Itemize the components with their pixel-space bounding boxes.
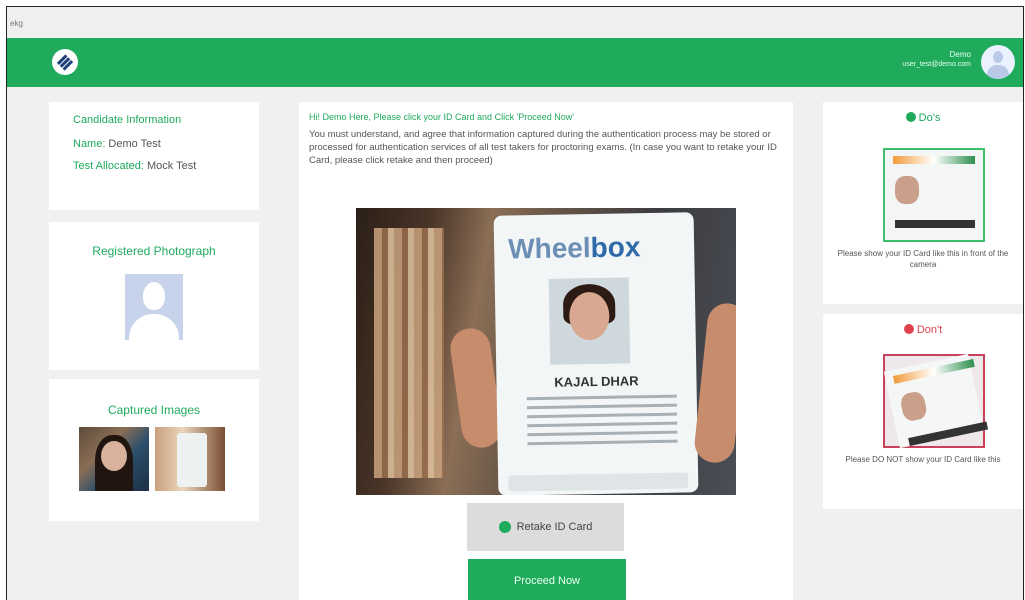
- check-icon: [905, 112, 916, 122]
- id-card-name: KAJAL DHAR: [554, 373, 639, 390]
- name-value: Demo Test: [108, 138, 161, 150]
- test-value: Mock Test: [146, 160, 197, 172]
- captured-id-thumbnail[interactable]: [155, 427, 225, 491]
- user-info[interactable]: Demo user_test@demo.com: [902, 50, 971, 68]
- captured-images-title: Captured Images: [107, 403, 201, 417]
- incorrect-id-sample: [883, 353, 989, 449]
- dos-caption: Please show your ID Card like this in fr…: [837, 249, 1009, 269]
- candidate-name-row: Name: Demo Test: [73, 138, 161, 150]
- consent-description: You must understand, and agree that info…: [309, 129, 777, 166]
- dos-panel: Do's Please show your ID Card like this …: [823, 102, 1023, 304]
- registered-photo-title: Registered Photograph: [92, 244, 216, 258]
- top-navbar: Demo user_test@demo.com: [7, 38, 1023, 87]
- candidate-info-title: Candidate Information: [73, 114, 182, 126]
- window-tag: ekg: [10, 19, 23, 28]
- test-label: Test Allocated:: [73, 160, 144, 172]
- donts-panel: Don't Please DO NOT show your ID Card li…: [823, 314, 1023, 509]
- correct-id-sample: [883, 148, 985, 242]
- dos-title: Do's: [823, 112, 1023, 124]
- cross-icon: [903, 324, 914, 334]
- donts-title: Don't: [823, 324, 1023, 336]
- id-capture-panel: Hi! Demo Here, Please click your ID Card…: [299, 102, 793, 600]
- test-allocated-row: Test Allocated: Mock Test: [73, 160, 196, 172]
- user-email: user_test@demo.com: [902, 61, 971, 68]
- donts-caption: Please DO NOT show your ID Card like thi…: [845, 455, 1001, 464]
- name-label: Name:: [73, 138, 106, 150]
- registered-photo-panel: Registered Photograph: [49, 222, 259, 370]
- avatar[interactable]: [981, 45, 1015, 79]
- instruction-headline: Hi! Demo Here, Please click your ID Card…: [309, 112, 575, 122]
- captured-images-panel: Captured Images: [49, 379, 259, 521]
- user-name: Demo: [949, 50, 971, 59]
- proceed-now-button[interactable]: Proceed Now: [468, 559, 626, 600]
- camera-icon: [498, 521, 511, 533]
- id-card-brand: Wheelbox: [507, 231, 641, 265]
- app-window: ekg Demo user_test@demo.com Candidate In…: [6, 6, 1024, 600]
- camera-preview: Wheelbox KAJAL DHAR: [356, 208, 736, 495]
- captured-face-thumbnail[interactable]: [79, 427, 149, 491]
- candidate-info-panel: Candidate Information Name: Demo Test Tes…: [49, 102, 259, 210]
- id-card-image: Wheelbox KAJAL DHAR: [493, 212, 699, 495]
- retake-id-card-button[interactable]: Retake ID Card: [467, 503, 624, 551]
- brand-logo-icon[interactable]: [52, 49, 78, 75]
- user-placeholder-icon: [125, 274, 183, 340]
- browser-strip: ekg: [7, 7, 1023, 38]
- retake-label: Retake ID Card: [516, 521, 593, 533]
